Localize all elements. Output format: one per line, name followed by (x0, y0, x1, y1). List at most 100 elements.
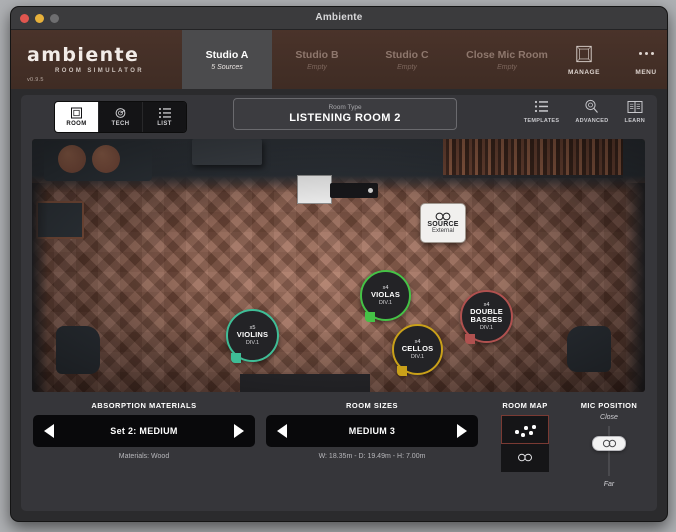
source-div: DIV.1 (410, 353, 425, 360)
room-map-source-dot (529, 431, 533, 435)
room-map-front-view[interactable] (501, 444, 549, 472)
book-icon (627, 99, 643, 114)
tab-list[interactable]: LIST (143, 102, 186, 132)
menu-button[interactable]: MENU (624, 44, 667, 76)
source-marker-tail (365, 312, 375, 322)
advanced-label: ADVANCED (575, 118, 609, 124)
source-name: VIOLINS (236, 329, 269, 339)
templates-label: TEMPLATES (523, 118, 560, 124)
title-bar: Ambiente (11, 7, 667, 30)
studio-tab-close-mic-room-name: Close Mic Room (466, 48, 548, 61)
room-visualization[interactable]: SOURCE External x5 VIOLINS DIV.1 x4 VIOL… (32, 139, 645, 392)
view-tab-group: ROOM TECH LIST (54, 101, 187, 133)
source-marker-external[interactable]: SOURCE External (420, 203, 466, 243)
source-name: VIOLAS (370, 289, 401, 299)
room-type-caption: Room Type (328, 104, 362, 111)
source-marker-tail (231, 353, 241, 363)
mic-position-slider[interactable]: Close Far (573, 414, 645, 488)
studio-tab-b-name: Studio B (295, 48, 339, 61)
manage-label: MANAGE (568, 68, 600, 76)
learn-button[interactable]: LEARN (625, 99, 645, 124)
advanced-icon (584, 99, 599, 114)
room-sizes-next-button[interactable] (457, 424, 467, 438)
room-map-source-dot (521, 433, 525, 437)
ellipsis-icon (638, 44, 654, 64)
advanced-button[interactable]: ADVANCED (575, 99, 608, 124)
external-source-sub: External (431, 228, 454, 234)
mic-position-group: MIC POSITION Close Far (569, 401, 649, 488)
source-marker-cellos[interactable]: x4 CELLOS DIV.1 (392, 324, 443, 376)
source-marker-violas[interactable]: x4 VIOLAS DIV.1 (360, 270, 411, 322)
source-name: DOUBLE BASSES (470, 306, 503, 325)
room-map-top-view[interactable] (501, 415, 549, 444)
room-vignette (32, 139, 645, 392)
room-sizes-value: MEDIUM 3 (348, 426, 396, 436)
window-title: Ambiente (315, 12, 363, 23)
tab-list-label: LIST (157, 121, 172, 127)
source-marker-double-basses[interactable]: x4 DOUBLE BASSES DIV.1 (460, 290, 513, 344)
studio-tab-close-mic-room-sub: Empty (497, 63, 517, 71)
room-map-title: ROOM MAP (502, 401, 548, 410)
absorption-next-button[interactable] (234, 424, 244, 438)
templates-button[interactable]: TEMPLATES (524, 99, 560, 124)
source-div: DIV.1 (378, 299, 393, 306)
source-div: DIV.1 (245, 339, 260, 346)
app-header: ambiente ROOM SIMULATOR v0.9.5 Studio A … (11, 30, 667, 89)
room-icon (70, 107, 83, 119)
main-panel: ROOM TECH LIST Room Type LISTENING ROOM … (21, 95, 657, 511)
room-sizes-footer: W: 18.35m - D: 19.49m - H: 7.00m (318, 453, 426, 460)
app-window: Ambiente ambiente ROOM SIMULATOR v0.9.5 … (10, 6, 668, 522)
tab-tech-label: TECH (111, 121, 130, 127)
source-marker-tail (397, 366, 407, 376)
mic-slider-track[interactable] (608, 426, 610, 476)
manage-button[interactable]: MANAGE (562, 44, 606, 76)
source-div: DIV.1 (479, 324, 494, 331)
external-source-name: SOURCE (427, 221, 459, 228)
room-type-value: LISTENING ROOM 2 (289, 112, 401, 124)
view-toolbar: ROOM TECH LIST Room Type LISTENING ROOM … (21, 95, 657, 135)
minimize-window-button[interactable] (35, 14, 44, 23)
brand-logo: ambiente ROOM SIMULATOR v0.9.5 (11, 30, 182, 89)
studio-tabs: Studio A 5 Sources Studio B Empty Studio… (182, 30, 667, 89)
brand-name: ambiente (27, 43, 140, 66)
room-sizes-title: ROOM SIZES (345, 401, 399, 410)
window-controls (20, 14, 59, 23)
learn-label: LEARN (624, 118, 645, 124)
room-sizes-prev-button[interactable] (277, 424, 287, 438)
tab-room-label: ROOM (66, 121, 87, 127)
maximize-window-button[interactable] (50, 14, 59, 23)
room-map-source-dot (532, 425, 536, 429)
room-map-source-dot (524, 426, 528, 430)
absorption-title: ABSORPTION MATERIALS (91, 401, 197, 410)
mic-slider-handle[interactable] (592, 436, 626, 451)
source-marker-tail (465, 334, 475, 344)
list-icon (534, 99, 549, 114)
mic-position-far-label: Far (603, 481, 615, 488)
studio-tab-close-mic-room[interactable]: Close Mic Room Empty (452, 30, 562, 89)
mic-position-near-label: Close (600, 414, 618, 421)
brand-version: v0.9.5 (27, 77, 44, 83)
studio-tab-b[interactable]: Studio B Empty (272, 30, 362, 89)
studio-tab-c[interactable]: Studio C Empty (362, 30, 452, 89)
absorption-materials-group: ABSORPTION MATERIALS Set 2: MEDIUM Mater… (33, 401, 255, 460)
tab-room[interactable]: ROOM (55, 102, 99, 132)
studio-tab-a[interactable]: Studio A 5 Sources (182, 30, 272, 89)
mic-icon (602, 439, 616, 448)
cube-icon (576, 45, 592, 62)
double-circle-icon (435, 212, 451, 221)
absorption-stepper: Set 2: MEDIUM (33, 415, 255, 447)
menu-label: MENU (635, 68, 657, 76)
room-type-selector[interactable]: Room Type LISTENING ROOM 2 (233, 98, 457, 130)
tab-tech[interactable]: TECH (99, 102, 143, 132)
studio-tab-c-name: Studio C (385, 48, 429, 61)
absorption-value: Set 2: MEDIUM (110, 426, 178, 436)
source-marker-violins[interactable]: x5 VIOLINS DIV.1 (226, 309, 279, 363)
tool-actions: TEMPLATES ADVANCED LEARN (524, 99, 645, 124)
close-window-button[interactable] (20, 14, 29, 23)
absorption-prev-button[interactable] (44, 424, 54, 438)
tech-icon (114, 107, 127, 119)
mic-position-title: MIC POSITION (580, 401, 638, 410)
source-name: CELLOS (401, 343, 434, 353)
room-map-group: ROOM MAP (491, 401, 559, 472)
list-icon (158, 107, 172, 119)
